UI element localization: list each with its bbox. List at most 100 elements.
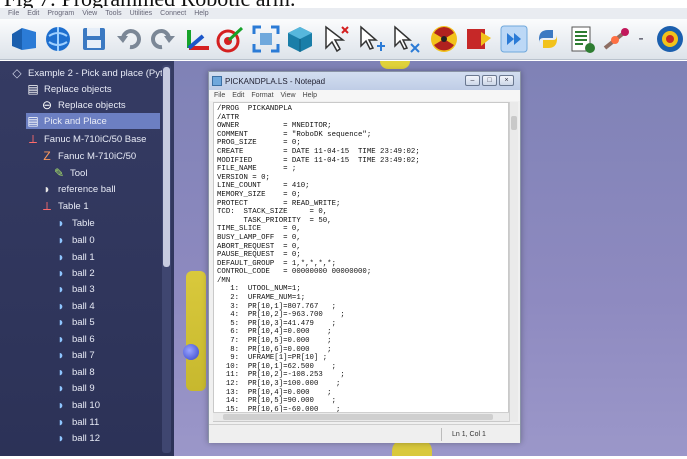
code-line: PAUSE_REQUEST = 0; [217,251,301,260]
fit-all-icon[interactable] [250,23,282,55]
menu-edit[interactable]: Edit [27,10,39,17]
code-line: 6: PR[10,4]=0.000 ; [217,328,332,337]
tree-item-station[interactable]: ◇ Example 2 - Pick and place (Pyt... [10,65,170,81]
menu-connect[interactable]: Connect [160,10,186,17]
redo-icon[interactable] [146,23,178,55]
notepad-vertical-thumb[interactable] [511,116,517,130]
notepad-vertical-scrollbar[interactable] [509,102,518,422]
menu-view[interactable]: View [82,10,97,17]
code-line: 1: UTOOL_NUM=1; [217,285,301,294]
menu-file[interactable]: File [8,10,19,17]
undo-icon[interactable] [114,23,146,55]
frame-icon: ⟂ [28,131,37,146]
tree-item-label: ball 6 [72,333,95,345]
tree-item-label: Replace objects [58,99,126,111]
code-line: MEMORY_SIZE = 0; [217,190,301,199]
tool-icon: ✎ [53,166,65,180]
robot-top-part [380,61,410,69]
tree-item-label: Replace objects [44,83,112,95]
notepad-horizontal-scrollbar[interactable] [213,412,509,421]
notepad-menubar: File Edit Format View Help [209,90,520,101]
tree-item-ball-8[interactable]: ◗ ball 8 [54,364,94,380]
program-code: /PROG PICKANDPLA/ATTR OWNER = MNEDITOR; CO… [217,105,505,414]
tree-scrollbar[interactable] [162,65,171,453]
code-line: 13: PR[10,4]=0.000 ; [217,388,332,397]
object-icon: ◗ [57,299,65,313]
move-joints-icon[interactable] [600,23,632,55]
3d-view-icon[interactable] [284,23,316,55]
tree-item-label: ball 7 [72,349,95,361]
tree-item-python[interactable]: ⊖ Replace objects [40,97,126,113]
tree-item-ball-6[interactable]: ◗ ball 6 [54,331,95,347]
move-reference-icon[interactable] [356,23,388,55]
move-tool-icon[interactable] [390,23,422,55]
code-line: 12: PR[10,3]=100.000 ; [217,380,341,388]
python-icon: ⊖ [41,98,53,112]
tree-item-label: ball 11 [72,416,100,428]
tree-item-ball-10[interactable]: ◗ ball 10 [54,397,100,413]
tree-item-ball-0[interactable]: ◗ ball 0 [54,232,94,248]
tree-item-ball-7[interactable]: ◗ ball 7 [54,347,95,363]
tree-item-ball-3[interactable]: ◗ ball 3 [54,281,95,297]
simulation-stop-icon[interactable] [462,23,494,55]
tree-item-table[interactable]: ◗ Table [54,215,94,231]
fast-simulation-icon[interactable] [498,23,530,55]
object-icon: ◗ [57,398,65,412]
tree-item-ball-1[interactable]: ◗ ball 1 [54,249,94,265]
tree-item-reference-ball[interactable]: ◗ reference ball [40,181,115,197]
add-reference-frame-icon[interactable] [182,23,214,55]
close-icon[interactable]: × [499,75,514,86]
tree-item-table-1[interactable]: ⟂ Table 1 [40,198,89,214]
code-line: TCD: STACK_SIZE = 0, [217,208,328,217]
code-line: /ATTR [217,113,240,122]
notepad-menu-help[interactable]: Help [303,92,317,99]
tree-item-robot[interactable]: Ζ Fanuc M-710iC/50 [40,148,136,164]
online-library-icon[interactable] [42,23,74,55]
maximize-icon[interactable]: □ [482,75,497,86]
tree-item-ball-5[interactable]: ◗ ball 5 [54,314,95,330]
code-line: 11: PR[10,2]=-108.253 ; [217,371,345,380]
tree-item-ball-2[interactable]: ◗ ball 2 [54,265,95,281]
collision-check-icon[interactable] [428,23,460,55]
tree-item-tool[interactable]: ✎ Tool [52,165,87,181]
menu-help[interactable]: Help [194,10,208,17]
select-cursor-icon[interactable] [320,23,352,55]
tree-item-script[interactable]: ▤ Replace objects [26,81,112,97]
tree-item-ball-4[interactable]: ◗ ball 4 [54,298,94,314]
notepad-menu-view[interactable]: View [281,92,296,99]
tree-scroll-thumb[interactable] [163,67,170,267]
help-icon[interactable] [654,23,686,55]
tree-item-ball-9[interactable]: ◗ ball 9 [54,380,94,396]
menu-tools[interactable]: Tools [105,10,121,17]
menu-utilities[interactable]: Utilities [130,10,153,17]
tree-item-label: ball 3 [72,283,95,295]
tree-item-label: ball 5 [72,316,95,328]
object-icon: ◗ [57,381,65,395]
object-icon: ◗ [57,282,65,296]
notepad-text-area[interactable]: /PROG PICKANDPLA/ATTR OWNER = MNEDITOR; CO… [213,102,509,422]
notepad-menu-file[interactable]: File [214,92,225,99]
status-divider [441,428,442,441]
code-line: 3: PR[10,1]=807.767 ; [217,302,336,311]
python-program-icon[interactable] [532,23,564,55]
notepad-menu-edit[interactable]: Edit [232,92,244,99]
add-target-icon[interactable] [214,23,246,55]
open-station-icon[interactable] [8,23,40,55]
notepad-horizontal-thumb[interactable] [223,414,493,420]
3d-viewport[interactable]: ◇ Example 2 - Pick and place (Pyt... ▤ R… [0,61,687,456]
code-line: 5: PR[10,3]=41.479 ; [217,319,336,328]
tree-item-ball-12[interactable]: ◗ ball 12 [54,430,100,446]
tree-item-label: ball 2 [72,267,95,279]
tree-item-ball-11[interactable]: ◗ ball 11 [54,414,99,430]
notepad-menu-format[interactable]: Format [251,92,273,99]
code-line: TIME_SLICE = 0, [217,225,301,234]
more-icon[interactable]: - [634,23,648,55]
menu-program[interactable]: Program [47,10,74,17]
code-line: VERSION = 0; [217,173,270,182]
tree-item-robot-base[interactable]: ⟂ Fanuc M-710iC/50 Base [26,131,146,147]
save-icon[interactable] [78,23,110,55]
code-line: LINE_COUNT = 410; [217,182,310,191]
tree-item-pick-and-place[interactable]: ▤ Pick and Place [26,113,160,129]
minimize-icon[interactable]: – [465,75,480,86]
program-file-icon[interactable] [566,23,598,55]
